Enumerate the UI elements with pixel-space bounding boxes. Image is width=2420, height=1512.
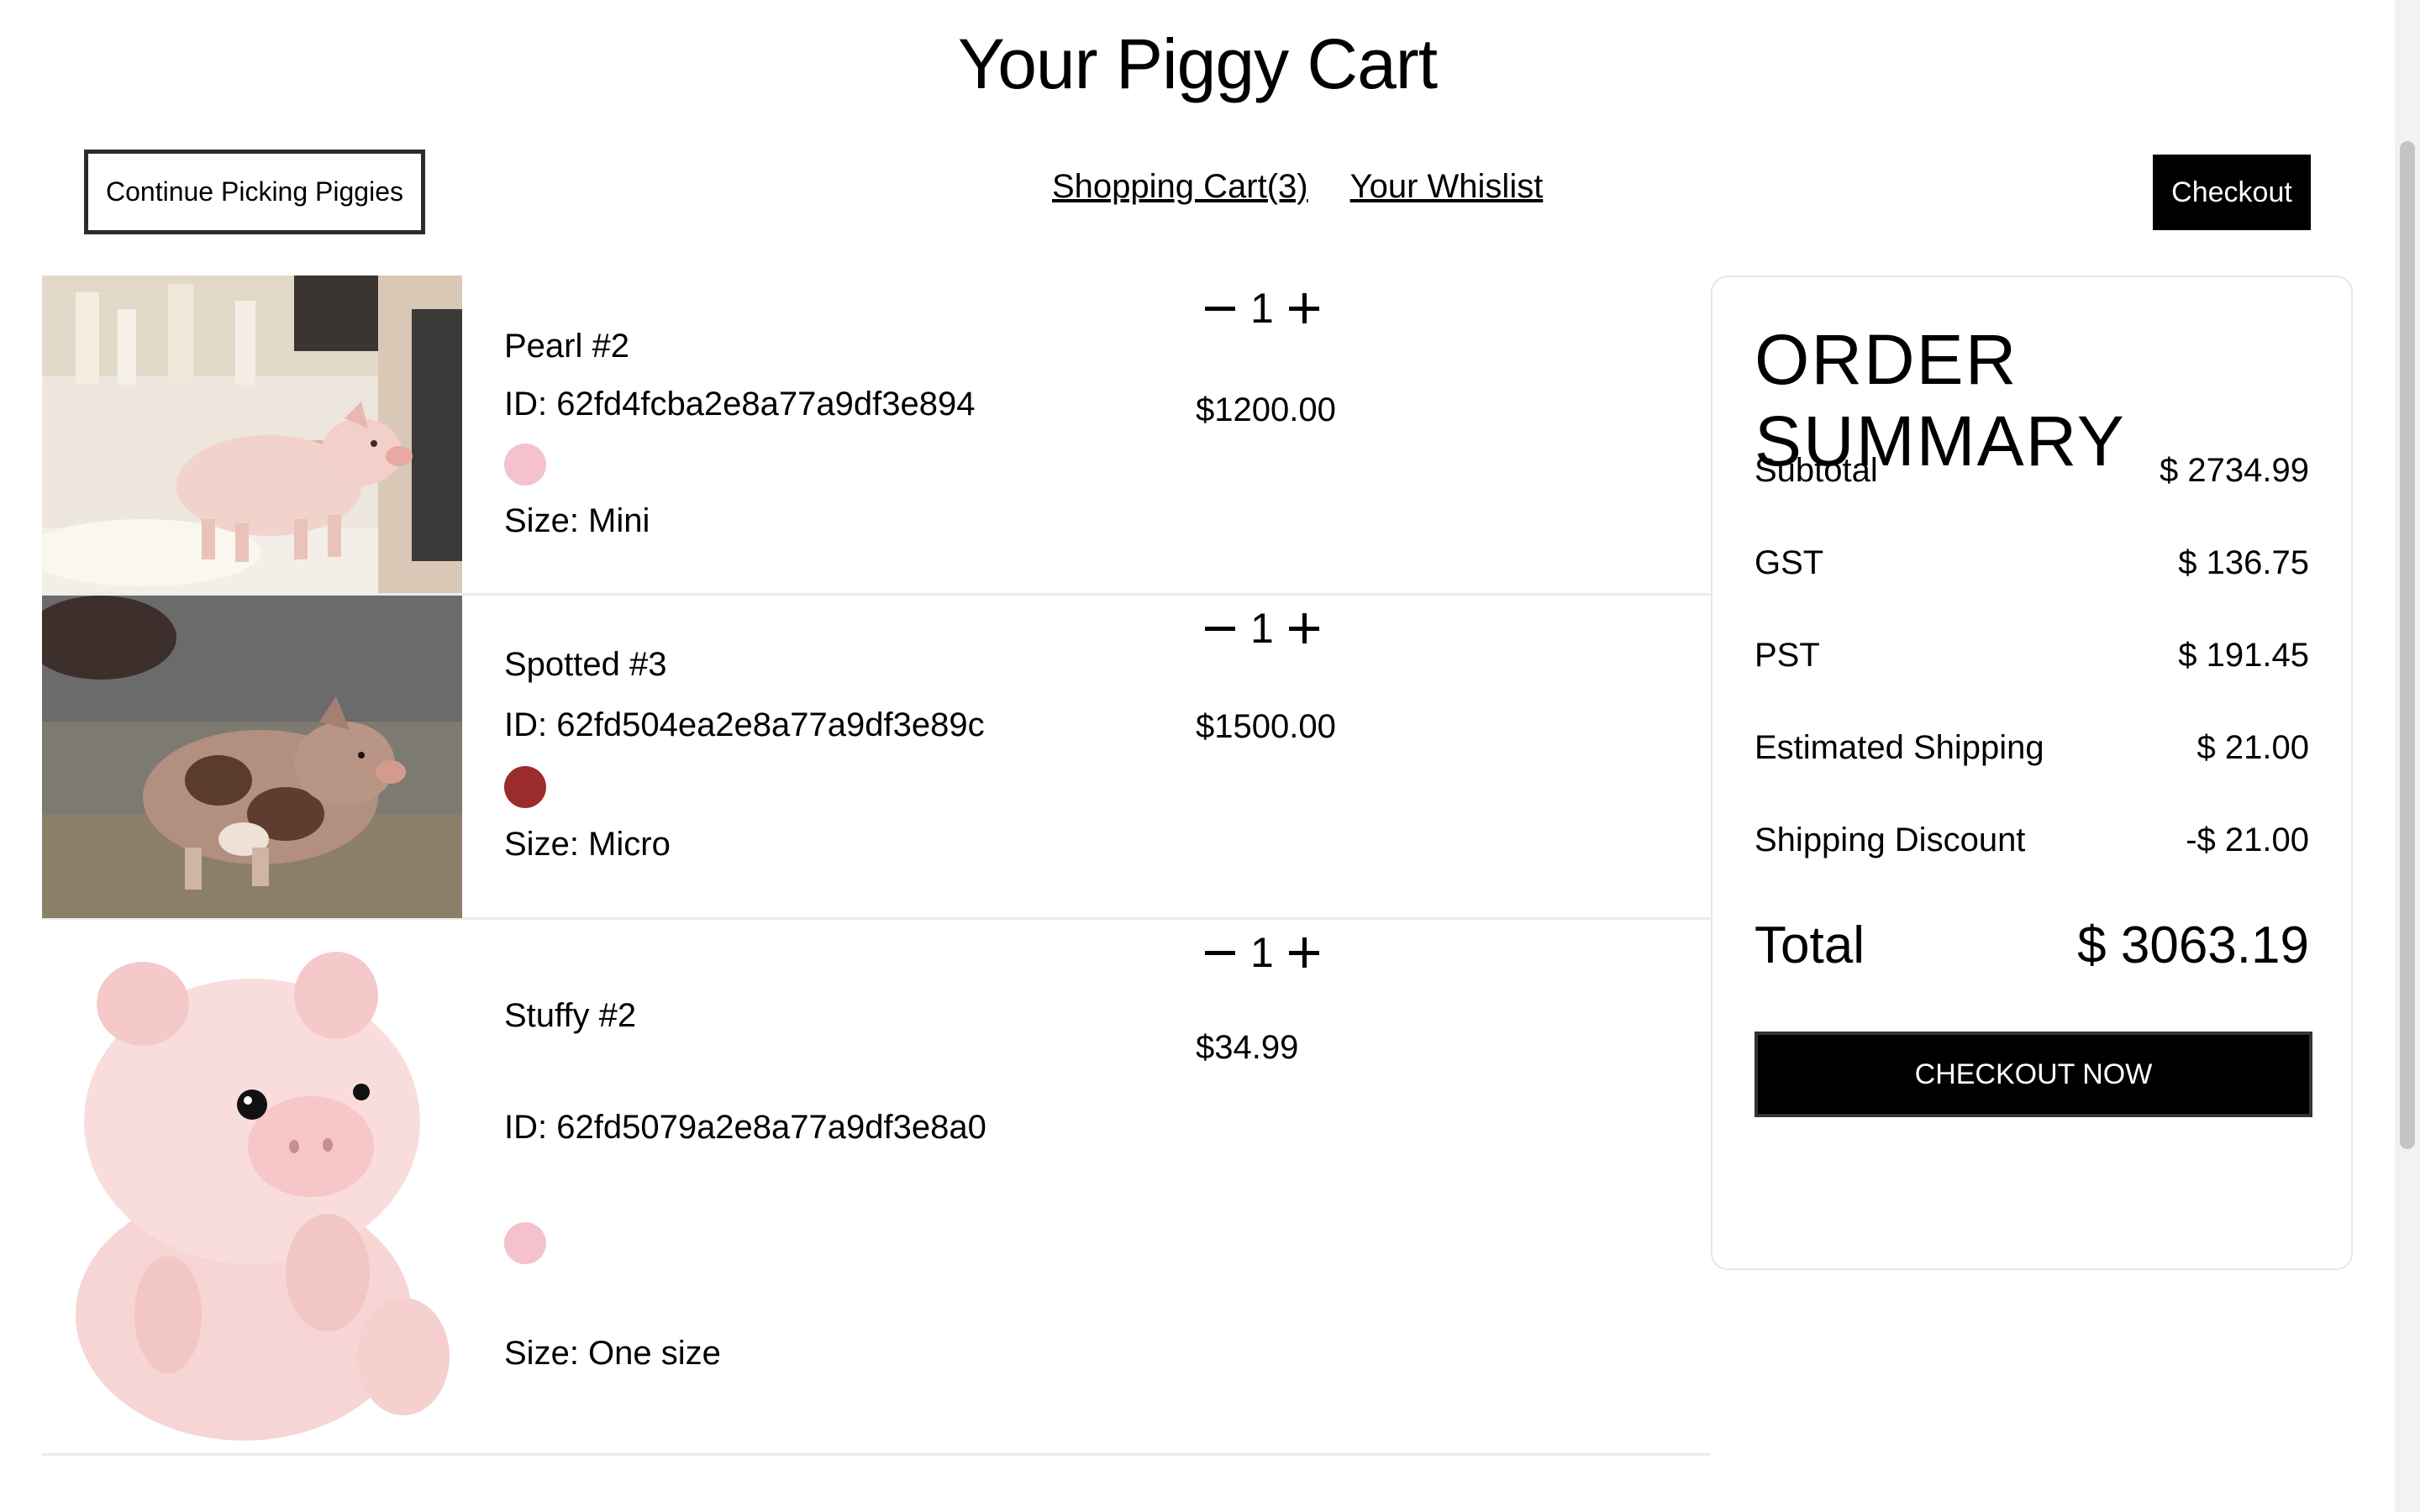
- summary-row-shipping-discount: Shipping Discount -$ 21.00: [1754, 822, 2309, 859]
- cart-item: Pearl #2 ID: 62fd4fcba2e8a77a9df3e894 Si…: [42, 276, 1711, 596]
- product-image[interactable]: [42, 276, 462, 593]
- summary-value: -$ 21.00: [2186, 822, 2309, 858]
- item-price: $34.99: [1196, 1029, 1299, 1066]
- color-swatch: [504, 1222, 546, 1264]
- product-image[interactable]: [42, 920, 462, 1452]
- item-id: ID: 62fd5079a2e8a77a9df3e8a0: [504, 1109, 986, 1146]
- summary-value: $ 136.75: [2178, 544, 2309, 581]
- continue-shopping-button[interactable]: Continue Picking Piggies: [84, 150, 425, 234]
- plus-icon[interactable]: [1286, 290, 1323, 327]
- checkout-button[interactable]: Checkout: [2153, 155, 2311, 230]
- minus-icon[interactable]: [1202, 290, 1239, 327]
- minus-icon[interactable]: [1202, 934, 1239, 971]
- item-size: Size: Mini: [504, 502, 650, 539]
- summary-label: Subtotal: [1754, 452, 1878, 489]
- checkout-now-button[interactable]: CHECKOUT NOW: [1754, 1032, 2312, 1117]
- color-swatch: [504, 766, 546, 808]
- total-value: $ 3063.19: [2077, 916, 2309, 974]
- wishlist-link[interactable]: Your Whislist: [1350, 168, 1544, 206]
- quantity-stepper: 1: [1202, 607, 1323, 649]
- summary-total: Total $ 3063.19: [1754, 916, 2309, 975]
- summary-row-gst: GST $ 136.75: [1754, 544, 2309, 582]
- cart-item: Spotted #3 ID: 62fd504ea2e8a77a9df3e89c …: [42, 596, 1711, 920]
- page-title: Your Piggy Cart: [957, 24, 1438, 103]
- item-price: $1500.00: [1196, 708, 1336, 745]
- summary-value: $ 2734.99: [2160, 452, 2309, 489]
- quantity-value: 1: [1250, 605, 1274, 652]
- cart-nav: Shopping Cart(3) Your Whislist: [1052, 168, 1543, 206]
- summary-row-subtotal: Subtotal $ 2734.99: [1754, 452, 2309, 490]
- color-swatch: [504, 444, 546, 486]
- shopping-cart-link[interactable]: Shopping Cart(3): [1052, 168, 1308, 206]
- item-name: Stuffy #2: [504, 997, 637, 1034]
- summary-label: Shipping Discount: [1754, 822, 2026, 858]
- quantity-stepper: 1: [1202, 932, 1323, 974]
- plus-icon[interactable]: [1286, 934, 1323, 971]
- item-size: Size: Micro: [504, 826, 671, 863]
- summary-row-pst: PST $ 191.45: [1754, 637, 2309, 675]
- quantity-stepper: 1: [1202, 287, 1323, 329]
- cart-list: Pearl #2 ID: 62fd4fcba2e8a77a9df3e894 Si…: [42, 276, 1711, 1456]
- page-scrollbar[interactable]: [2395, 0, 2420, 1512]
- item-name: Spotted #3: [504, 646, 667, 683]
- item-id: ID: 62fd504ea2e8a77a9df3e89c: [504, 706, 985, 743]
- item-name: Pearl #2: [504, 328, 629, 365]
- quantity-value: 1: [1250, 929, 1274, 976]
- product-image[interactable]: [42, 596, 462, 918]
- summary-row-shipping: Estimated Shipping $ 21.00: [1754, 729, 2309, 767]
- summary-value: $ 21.00: [2196, 729, 2309, 766]
- summary-label: PST: [1754, 637, 1820, 674]
- item-size: Size: One size: [504, 1335, 721, 1372]
- item-price: $1200.00: [1196, 391, 1336, 428]
- summary-label: GST: [1754, 544, 1824, 581]
- total-label: Total: [1754, 916, 1865, 974]
- minus-icon[interactable]: [1202, 610, 1239, 647]
- summary-label: Estimated Shipping: [1754, 729, 2044, 766]
- scrollbar-thumb[interactable]: [2400, 141, 2415, 1149]
- plus-icon[interactable]: [1286, 610, 1323, 647]
- item-id: ID: 62fd4fcba2e8a77a9df3e894: [504, 386, 976, 423]
- cart-item: Stuffy #2 ID: 62fd5079a2e8a77a9df3e8a0 S…: [42, 920, 1711, 1456]
- summary-value: $ 191.45: [2178, 637, 2309, 674]
- order-summary-panel: ORDER SUMMARY Subtotal $ 2734.99 GST $ 1…: [1711, 276, 2353, 1270]
- quantity-value: 1: [1250, 285, 1274, 332]
